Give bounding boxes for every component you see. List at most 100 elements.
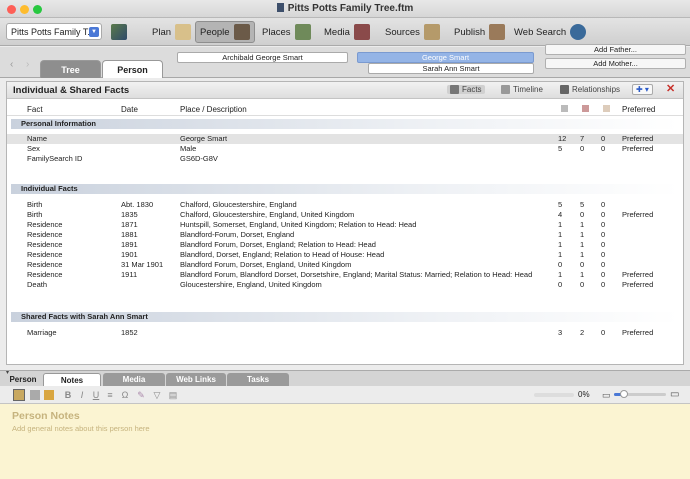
spell-check-icon[interactable]: ✎ — [136, 390, 146, 400]
globe-icon — [570, 24, 587, 40]
sync-button[interactable] — [111, 21, 127, 43]
places-button[interactable]: Places — [262, 21, 311, 43]
tab-tasks[interactable]: Tasks — [227, 373, 289, 387]
plan-icon — [175, 24, 192, 40]
add-mother-button[interactable]: Add Mother... — [545, 58, 686, 69]
media-count: 0 — [580, 260, 585, 269]
fact-row[interactable]: Residence 31 Mar 1901 Blandford Forum, Dor… — [7, 260, 683, 270]
facts-view-button[interactable]: Facts — [447, 85, 485, 94]
column-preferred[interactable]: Preferred — [622, 105, 655, 114]
source-count: 5 — [558, 144, 563, 153]
back-arrow-icon[interactable]: ‹ — [10, 59, 13, 70]
sources-button[interactable]: Sources — [385, 21, 440, 43]
plan-button[interactable]: Plan — [152, 21, 192, 43]
notes-count: 0 — [601, 280, 606, 289]
timeline-view-button[interactable]: Timeline — [501, 85, 543, 94]
fact-cell: Residence — [27, 270, 63, 279]
notes-column-icon[interactable] — [603, 105, 610, 112]
preferred-cell: Preferred — [622, 210, 654, 219]
notes-editor[interactable]: Person Notes Add general notes about thi… — [0, 404, 690, 479]
omega-icon[interactable]: Ω — [120, 390, 130, 400]
source-count: 1 — [558, 230, 563, 239]
notes-placeholder: Add general notes about this person here — [12, 424, 150, 433]
spouse-selector[interactable]: Sarah Ann Smart — [368, 63, 534, 74]
publish-button[interactable]: Publish — [454, 21, 506, 43]
print-icon[interactable]: ▤ — [168, 390, 178, 400]
sources-column-icon[interactable] — [561, 105, 568, 112]
selected-person-selector[interactable]: George Smart — [357, 52, 534, 63]
notes-type-icon[interactable] — [13, 389, 25, 401]
column-date[interactable]: Date — [121, 105, 138, 114]
preferred-cell: Preferred — [622, 328, 654, 337]
tab-notes[interactable]: Notes — [43, 373, 101, 387]
tab-tree[interactable]: Tree — [40, 60, 101, 78]
date-cell: 1835 — [121, 210, 138, 219]
notes-count: 0 — [601, 270, 606, 279]
source-count: 4 — [558, 210, 563, 219]
filter-icon[interactable]: ▽ — [152, 390, 162, 400]
media-count: 1 — [580, 270, 585, 279]
notes-count: 0 — [601, 260, 606, 269]
father-selector[interactable]: Archibald George Smart — [177, 52, 348, 63]
tab-media[interactable]: Media — [103, 373, 165, 387]
add-fact-button[interactable]: ✚ ▾ — [632, 84, 653, 95]
source-count: 1 — [558, 240, 563, 249]
lock-icon[interactable] — [44, 390, 54, 400]
source-count: 1 — [558, 270, 563, 279]
tree-selector[interactable]: Pitts Potts Family T... ▼ — [6, 23, 102, 40]
fact-row[interactable]: Residence 1871 Huntspill, Somerset, Englan… — [7, 220, 683, 230]
fact-row[interactable]: Residence 1901 Blandford, Dorset, England;… — [7, 250, 683, 260]
zoom-out-icon[interactable]: ▭ — [602, 390, 611, 401]
fact-row[interactable]: Sex Male 5 0 0 Preferred — [7, 144, 683, 154]
fact-row[interactable]: Residence 1911 Blandford Forum, Blandford … — [7, 270, 683, 280]
web-search-button[interactable]: Web Search — [514, 21, 587, 43]
place-cell: Gloucestershire, England, United Kingdom — [180, 280, 322, 289]
fact-row[interactable]: Birth 1835 Chalford, Gloucestershire, Engl… — [7, 210, 683, 220]
italic-icon[interactable]: I — [77, 390, 87, 400]
lower-tab-bar: ▾ Person Notes Media Web Links Tasks — [0, 370, 690, 387]
media-count: 7 — [580, 134, 585, 143]
place-cell: Chalford, Gloucestershire, England — [180, 200, 297, 209]
panel-header: Individual & Shared Facts Facts Timeline… — [7, 82, 683, 99]
zoom-slider[interactable] — [614, 390, 666, 398]
close-panel-icon[interactable]: ✕ — [666, 82, 675, 95]
bold-icon[interactable]: B — [63, 390, 73, 400]
fact-row[interactable]: Marriage 1852 3 2 0 Preferred — [7, 328, 683, 338]
notes-count: 0 — [601, 144, 606, 153]
source-count: 0 — [558, 280, 563, 289]
tab-web-links[interactable]: Web Links — [166, 373, 226, 387]
media-button[interactable]: Media — [324, 21, 370, 43]
section-header: Personal Information — [11, 119, 679, 129]
relationships-view-button[interactable]: Relationships — [560, 85, 620, 94]
cut-icon[interactable] — [30, 390, 40, 400]
tab-person[interactable]: Person — [102, 60, 163, 78]
media-count: 0 — [580, 144, 585, 153]
place-cell: Blandford Forum, Blandford Dorset, Dorse… — [180, 270, 533, 279]
zoom-slider-handle[interactable] — [620, 390, 629, 398]
column-place[interactable]: Place / Description — [180, 105, 247, 114]
fact-cell: FamilySearch ID — [27, 154, 83, 163]
fact-row[interactable]: Death Gloucestershire, England, United Ki… — [7, 280, 683, 290]
forward-arrow-icon[interactable]: › — [26, 59, 29, 70]
fact-row[interactable]: Residence 1881 Blandford-Forum, Dorset, En… — [7, 230, 683, 240]
zoom-in-icon[interactable]: ▭ — [670, 389, 679, 400]
notes-count: 0 — [601, 250, 606, 259]
fact-row[interactable]: FamilySearch ID GS6D-G8V — [7, 154, 683, 164]
fact-row[interactable]: Birth Abt. 1830 Chalford, Gloucestershire,… — [7, 200, 683, 210]
source-count: 1 — [558, 250, 563, 259]
fact-row[interactable]: Residence 1891 Blandford Forum, Dorset, En… — [7, 240, 683, 250]
media-column-icon[interactable] — [582, 105, 589, 112]
tab-person-lower[interactable]: Person — [6, 373, 40, 387]
date-cell: 1911 — [121, 270, 138, 279]
people-button[interactable]: People — [195, 21, 255, 43]
align-icon[interactable]: ≡ — [105, 390, 115, 400]
window-title: Pitts Potts Family Tree.ftm — [0, 3, 690, 14]
add-father-button[interactable]: Add Father... — [545, 44, 686, 55]
place-cell: Chalford, Gloucestershire, England, Unit… — [180, 210, 355, 219]
fact-cell: Residence — [27, 260, 63, 269]
media-count: 1 — [580, 250, 585, 259]
underline-icon[interactable]: U — [91, 390, 101, 400]
column-fact[interactable]: Fact — [27, 105, 43, 114]
media-count: 5 — [580, 200, 585, 209]
fact-row[interactable]: Name George Smart 12 7 0 Preferred — [7, 134, 683, 144]
